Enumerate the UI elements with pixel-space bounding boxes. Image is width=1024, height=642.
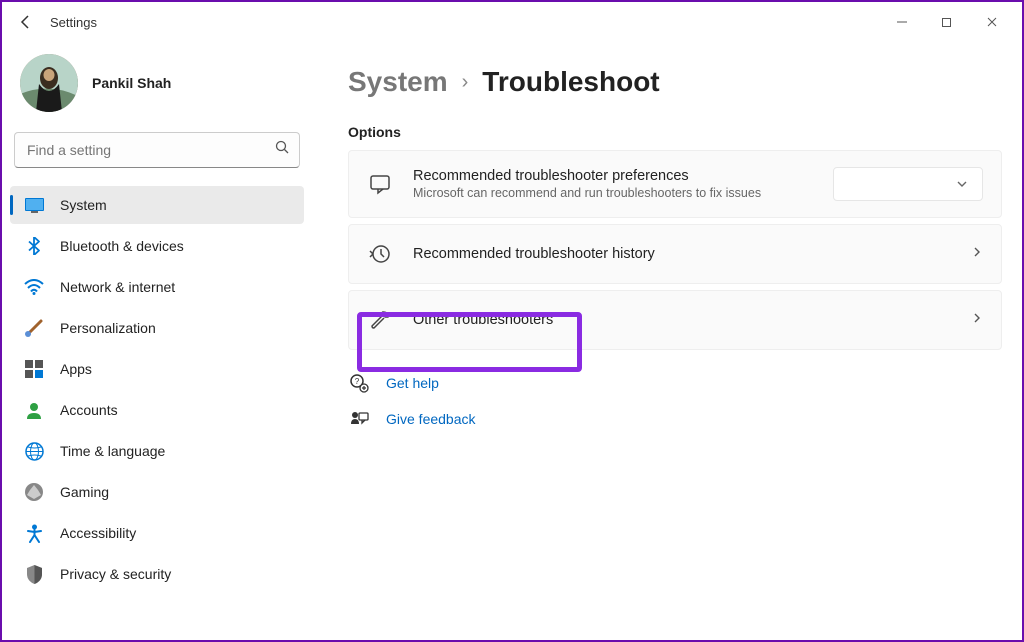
breadcrumb-parent[interactable]: System: [348, 66, 448, 98]
nav-privacy[interactable]: Privacy & security: [10, 555, 304, 593]
give-feedback-row[interactable]: Give feedback: [348, 408, 1002, 430]
nav-personalization[interactable]: Personalization: [10, 309, 304, 347]
nav-list: System Bluetooth & devices Network & int…: [10, 186, 304, 593]
back-button[interactable]: [10, 6, 42, 38]
nav-accessibility[interactable]: Accessibility: [10, 514, 304, 552]
nav-label: Accessibility: [60, 525, 136, 541]
chevron-right-icon: [971, 245, 983, 263]
nav-label: Network & internet: [60, 279, 175, 295]
history-icon: [367, 241, 393, 267]
chevron-right-icon: [971, 311, 983, 329]
shield-icon: [24, 564, 44, 584]
get-help-link[interactable]: Get help: [386, 375, 439, 391]
help-icon: ?: [348, 372, 370, 394]
breadcrumb: System › Troubleshoot: [348, 66, 1002, 98]
nav-label: System: [60, 197, 107, 213]
nav-network[interactable]: Network & internet: [10, 268, 304, 306]
search-icon: [275, 140, 290, 160]
nav-label: Privacy & security: [60, 566, 171, 582]
get-help-row[interactable]: ? Get help: [348, 372, 1002, 394]
card-troubleshooter-preferences[interactable]: Recommended troubleshooter preferences M…: [348, 150, 1002, 218]
content-area: System › Troubleshoot Options Recommende…: [312, 42, 1022, 640]
feedback-icon: [348, 408, 370, 430]
system-icon: [24, 195, 44, 215]
nav-system[interactable]: System: [10, 186, 304, 224]
nav-accounts[interactable]: Accounts: [10, 391, 304, 429]
svg-text:?: ?: [355, 377, 360, 386]
card-troubleshooter-history[interactable]: Recommended troubleshooter history: [348, 224, 1002, 284]
nav-gaming[interactable]: Gaming: [10, 473, 304, 511]
wrench-icon: [367, 307, 393, 333]
chevron-down-icon: [956, 178, 968, 190]
maximize-button[interactable]: [924, 6, 969, 38]
search-input[interactable]: [14, 132, 300, 168]
globe-icon: [24, 441, 44, 461]
bluetooth-icon: [24, 236, 44, 256]
wifi-icon: [24, 277, 44, 297]
section-options-label: Options: [348, 124, 1002, 140]
nav-label: Time & language: [60, 443, 165, 459]
give-feedback-link[interactable]: Give feedback: [386, 411, 476, 427]
person-icon: [24, 400, 44, 420]
window-title: Settings: [50, 15, 97, 30]
title-bar: Settings: [2, 2, 1022, 42]
window-controls: [879, 6, 1014, 38]
card-subtitle: Microsoft can recommend and run troubles…: [413, 186, 833, 200]
chevron-right-icon: ›: [462, 71, 469, 94]
gaming-icon: [24, 482, 44, 502]
nav-label: Personalization: [60, 320, 156, 336]
brush-icon: [24, 318, 44, 338]
nav-time[interactable]: Time & language: [10, 432, 304, 470]
search-container: [14, 132, 300, 168]
user-name: Pankil Shah: [92, 75, 171, 91]
apps-icon: [24, 359, 44, 379]
accessibility-icon: [24, 523, 44, 543]
profile[interactable]: Pankil Shah: [10, 46, 304, 132]
card-other-troubleshooters[interactable]: Other troubleshooters: [348, 290, 1002, 350]
nav-label: Apps: [60, 361, 92, 377]
preferences-dropdown[interactable]: [833, 167, 983, 201]
nav-apps[interactable]: Apps: [10, 350, 304, 388]
card-title: Other troubleshooters: [413, 312, 971, 328]
card-title: Recommended troubleshooter preferences: [413, 168, 833, 184]
chat-icon: [367, 171, 393, 197]
minimize-button[interactable]: [879, 6, 924, 38]
card-title: Recommended troubleshooter history: [413, 246, 971, 262]
breadcrumb-current: Troubleshoot: [482, 66, 659, 98]
avatar: [20, 54, 78, 112]
nav-label: Accounts: [60, 402, 118, 418]
nav-label: Bluetooth & devices: [60, 238, 184, 254]
nav-label: Gaming: [60, 484, 109, 500]
close-button[interactable]: [969, 6, 1014, 38]
nav-bluetooth[interactable]: Bluetooth & devices: [10, 227, 304, 265]
sidebar: Pankil Shah System Bluetooth & devices N…: [2, 42, 312, 640]
